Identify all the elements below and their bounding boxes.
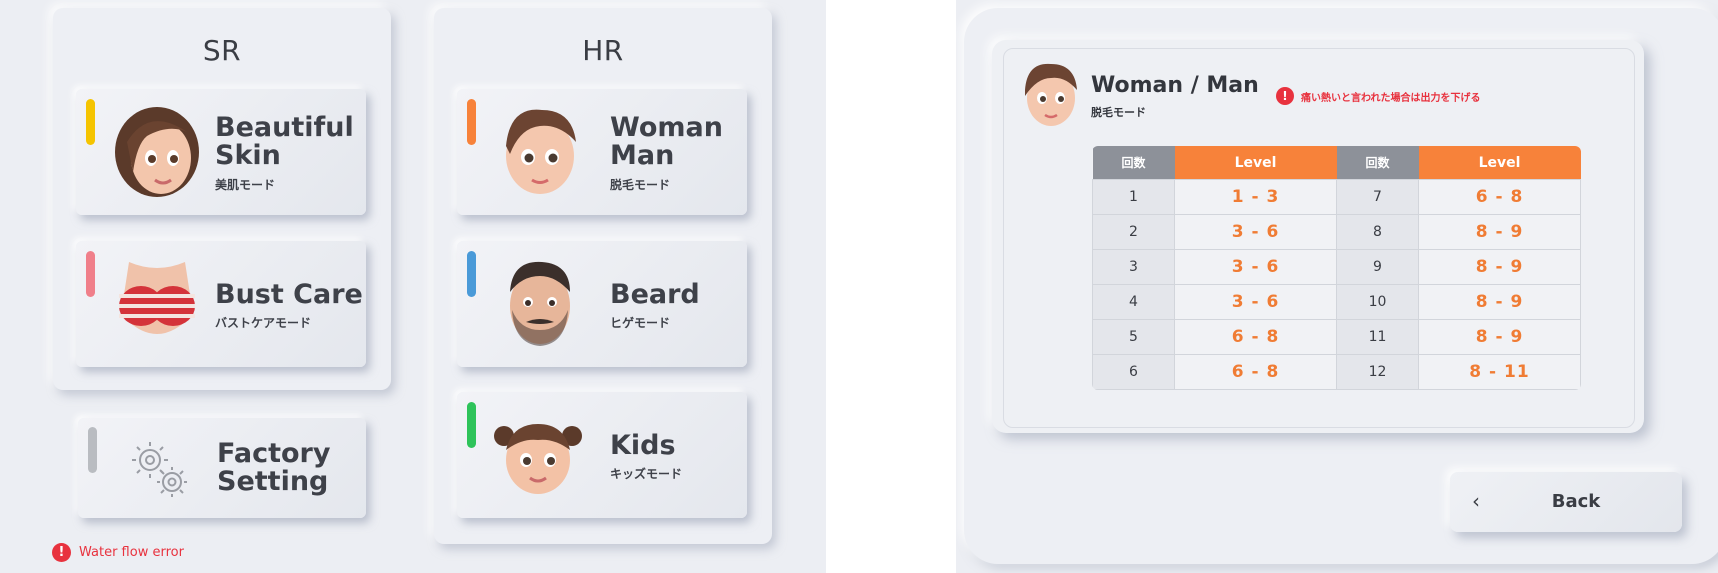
card-subtitle: キッズモード <box>610 467 683 481</box>
card-title: Kids <box>610 430 676 461</box>
woman-man-avatar-icon <box>500 102 596 198</box>
column-header-count: 回数 <box>1092 146 1175 180</box>
card-accent <box>86 99 95 145</box>
card-title: Beard <box>610 279 700 310</box>
column-header-level: Level <box>1418 146 1581 180</box>
column-header-level: Level <box>1174 146 1337 180</box>
hr-group-title: HR <box>582 34 624 67</box>
card-accent <box>467 99 476 145</box>
card-accent <box>86 251 95 297</box>
factory-setting-card[interactable]: Factory Setting <box>78 418 366 518</box>
card-subtitle: 美肌モード <box>215 178 276 192</box>
count-cell: 11 <box>1336 319 1419 355</box>
table-body: 11 - 376 - 823 - 688 - 933 - 698 - 943 -… <box>1092 179 1581 390</box>
level-cell: 3 - 6 <box>1174 249 1337 285</box>
card-accent <box>467 251 476 297</box>
gear-icon <box>130 440 190 500</box>
count-cell: 7 <box>1336 179 1419 215</box>
warning-text: 痛い熱いと言われた場合は出力を下げる <box>1301 92 1481 104</box>
table-header-row: 回数 Level 回数 Level <box>1092 146 1581 180</box>
back-button[interactable]: ‹ Back <box>1450 472 1682 532</box>
card-title: Beautiful Skin <box>215 112 354 171</box>
bust-care-card[interactable]: Bust Care バストケアモード <box>76 241 366 367</box>
table-row: 33 - 698 - 9 <box>1092 249 1581 285</box>
level-cell: 8 - 9 <box>1418 249 1581 285</box>
level-table: 回数 Level 回数 Level 11 - 376 - 823 - 688 -… <box>1092 146 1581 390</box>
level-cell: 6 - 8 <box>1174 319 1337 355</box>
back-button-label: Back <box>1551 491 1601 512</box>
count-cell: 1 <box>1092 179 1175 215</box>
woman-man-card[interactable]: Woman Man 脱毛モード <box>457 89 747 215</box>
count-cell: 3 <box>1092 249 1175 285</box>
exclamation-icon: ! <box>52 543 71 562</box>
card-subtitle: バストケアモード <box>215 316 312 330</box>
count-cell: 6 <box>1092 354 1175 390</box>
card-accent <box>88 427 97 473</box>
exclamation-icon: ! <box>1276 87 1294 105</box>
card-title: Factory Setting <box>217 438 331 497</box>
level-cell: 1 - 3 <box>1174 179 1337 215</box>
man-beard-avatar-icon <box>500 254 596 350</box>
count-cell: 8 <box>1336 214 1419 250</box>
page-title: Woman / Man <box>1091 73 1259 98</box>
woman-man-avatar-icon <box>1021 60 1081 128</box>
level-cell: 8 - 11 <box>1418 354 1581 390</box>
woman-avatar-icon <box>109 102 205 198</box>
sr-group-title: SR <box>202 34 242 67</box>
count-cell: 12 <box>1336 354 1419 390</box>
count-cell: 9 <box>1336 249 1419 285</box>
count-cell: 10 <box>1336 284 1419 320</box>
bust-icon <box>109 254 205 350</box>
table-row: 23 - 688 - 9 <box>1092 214 1581 250</box>
level-cell: 3 - 6 <box>1174 214 1337 250</box>
level-cell: 6 - 8 <box>1418 179 1581 215</box>
level-cell: 8 - 9 <box>1418 214 1581 250</box>
table-row: 56 - 8 11 8 - 9 <box>1092 319 1581 355</box>
table-row: 11 - 376 - 8 <box>1092 179 1581 215</box>
level-cell: 8 - 9 <box>1418 319 1581 355</box>
count-cell: 2 <box>1092 214 1175 250</box>
error-text: Water flow error <box>79 545 184 560</box>
level-cell: 3 - 6 <box>1174 284 1337 320</box>
count-cell: 5 <box>1092 319 1175 355</box>
water-flow-error: ! Water flow error <box>52 543 184 562</box>
beautiful-skin-card[interactable]: Beautiful Skin 美肌モード <box>76 89 366 215</box>
mode-select-screen: SR HR Beautiful Skin 美肌モード Bust Care バスト… <box>0 0 826 573</box>
level-cell: 8 - 9 <box>1418 284 1581 320</box>
power-warning: ! 痛い熱いと言われた場合は出力を下げる <box>1276 87 1481 105</box>
beard-card[interactable]: Beard ヒゲモード <box>457 241 747 367</box>
level-cell: 6 - 8 <box>1174 354 1337 390</box>
card-title: Woman Man <box>610 112 723 171</box>
card-accent <box>467 402 476 448</box>
page-subtitle: 脱毛モード <box>1091 106 1146 119</box>
kids-card[interactable]: Kids キッズモード <box>457 392 747 518</box>
table-row: 66 - 8 12 8 - 11 <box>1092 354 1581 390</box>
column-header-count: 回数 <box>1336 146 1419 180</box>
card-subtitle: 脱毛モード <box>610 178 671 192</box>
card-title: Bust Care <box>215 279 363 310</box>
kid-avatar-icon <box>490 414 586 510</box>
table-row: 43 - 6 10 8 - 9 <box>1092 284 1581 320</box>
card-subtitle: ヒゲモード <box>610 316 671 330</box>
count-cell: 4 <box>1092 284 1175 320</box>
